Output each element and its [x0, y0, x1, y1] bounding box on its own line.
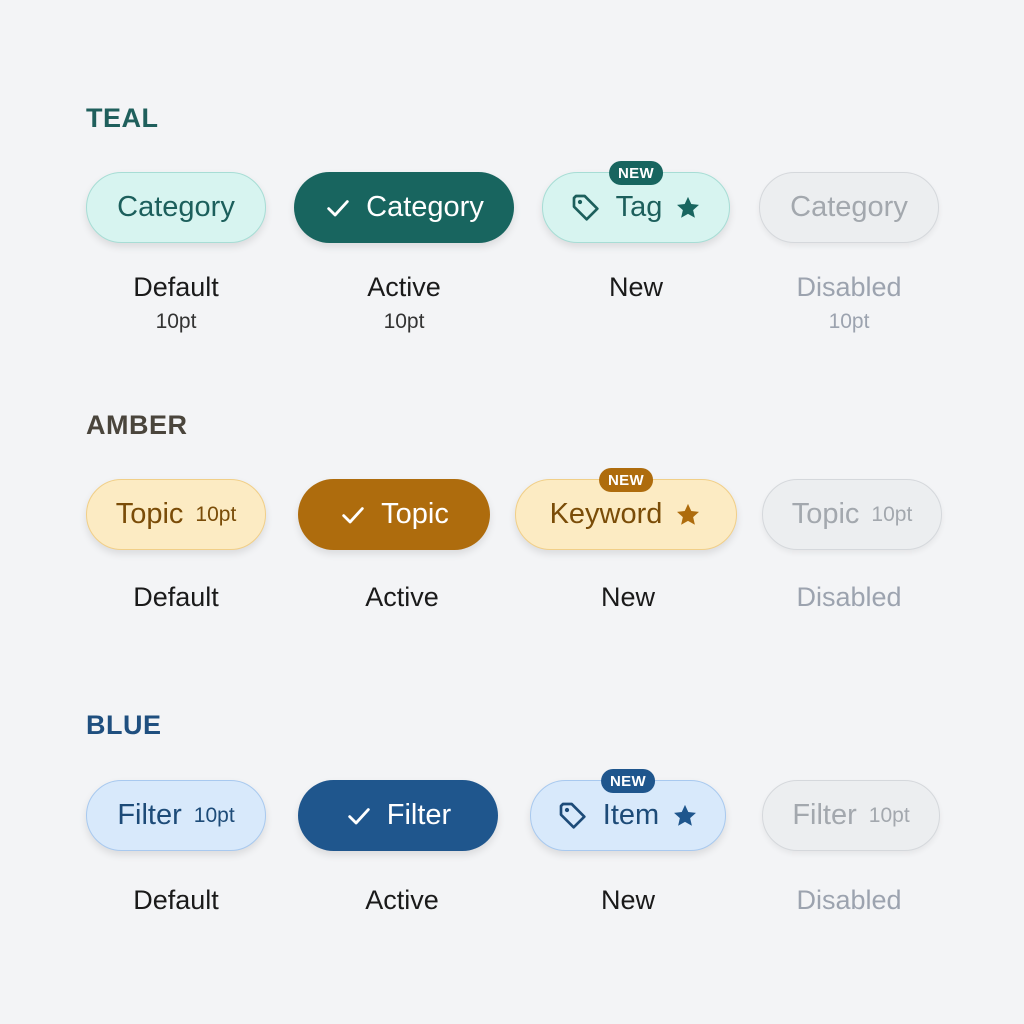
blue-new-chip[interactable]: NEW Item	[530, 769, 726, 851]
chip-label: Topic	[115, 498, 184, 530]
star-icon	[674, 194, 702, 222]
state-label-disabled: Disabled	[796, 885, 902, 915]
new-badge: NEW	[609, 161, 663, 185]
chip-label: Filter	[386, 799, 452, 831]
section-title-amber: AMBER	[86, 410, 188, 440]
chip-size-label: 10pt	[868, 803, 910, 827]
blue-default-chip[interactable]: Filter 10pt	[86, 780, 266, 851]
state-label-new: New	[600, 582, 655, 612]
chip-size-label: 10pt	[193, 803, 235, 827]
teal-active-chip[interactable]: Category	[294, 172, 514, 243]
amber-default-chip[interactable]: Topic 10pt	[86, 479, 266, 550]
chip-label: Item	[602, 799, 660, 831]
check-icon	[324, 194, 352, 222]
state-label-default: Default	[133, 885, 219, 915]
chip-label: Topic	[381, 498, 449, 530]
chip-size-label: 10pt	[871, 502, 913, 526]
chip-label: Category	[117, 191, 235, 223]
amber-new-chip[interactable]: NEW Keyword	[515, 468, 737, 550]
state-label-active: Active	[365, 582, 439, 612]
state-label-active: Active	[367, 272, 441, 302]
new-badge: NEW	[599, 468, 653, 492]
blue-active-chip[interactable]: Filter	[298, 780, 498, 851]
chip-label: Filter	[117, 799, 182, 831]
chip-label: Topic	[791, 498, 860, 530]
new-badge: NEW	[601, 769, 655, 793]
state-label-default: Default	[133, 272, 219, 302]
size-label: 10pt	[383, 310, 425, 333]
star-icon	[671, 802, 699, 830]
check-icon	[339, 501, 367, 529]
section-title-teal: TEAL	[86, 103, 159, 133]
chip-label: Category	[366, 191, 484, 223]
check-icon	[345, 802, 373, 830]
tag-icon	[557, 800, 589, 832]
chip-label: Tag	[615, 191, 663, 223]
tag-icon	[570, 192, 602, 224]
teal-disabled-chip: Category	[759, 172, 939, 243]
size-label: 10pt	[155, 310, 197, 333]
chip-label: Category	[790, 191, 908, 223]
blue-disabled-chip: Filter 10pt	[762, 780, 940, 851]
state-label-new: New	[608, 272, 663, 302]
state-label-new: New	[600, 885, 655, 915]
state-label-active: Active	[365, 885, 439, 915]
state-label-disabled: Disabled	[796, 272, 902, 302]
chip-size-label: 10pt	[195, 502, 237, 526]
star-icon	[674, 501, 702, 529]
size-label: 10pt	[828, 310, 870, 333]
teal-default-chip[interactable]: Category	[86, 172, 266, 243]
chip-label: Filter	[792, 799, 857, 831]
amber-disabled-chip: Topic 10pt	[762, 479, 942, 550]
section-title-blue: BLUE	[86, 710, 162, 740]
state-label-default: Default	[133, 582, 219, 612]
state-label-disabled: Disabled	[796, 582, 902, 612]
teal-new-chip[interactable]: NEW Tag	[542, 161, 730, 243]
amber-active-chip[interactable]: Topic	[298, 479, 490, 550]
chip-label: Keyword	[549, 498, 663, 530]
